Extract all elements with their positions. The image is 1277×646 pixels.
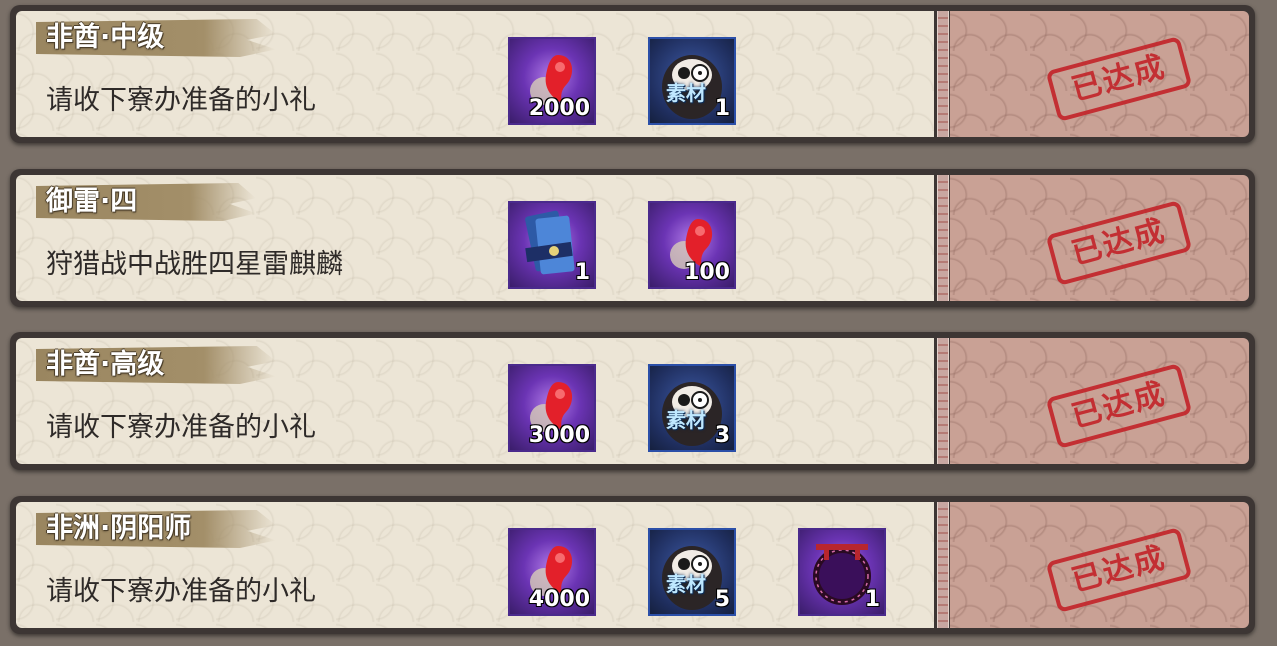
daruma-material-label: 素材 bbox=[666, 408, 706, 432]
daruma-material-label: 素材 bbox=[666, 572, 706, 596]
achievement-title: 非酋·中级 bbox=[46, 22, 165, 53]
reward-quantity: 5 bbox=[714, 587, 730, 612]
achievement-panel: 非酋·高级 请收下寮办准备的小礼 3000 素材 3 bbox=[16, 338, 934, 464]
achievement-list: 非酋·中级 请收下寮办准备的小礼 2000 素材 1 已达成 御雷·四 狩猎战中… bbox=[0, 0, 1277, 646]
achievement-row: 非酋·高级 请收下寮办准备的小礼 3000 素材 3 已达成 bbox=[10, 332, 1255, 470]
reward-item-magatama[interactable]: 2000 bbox=[508, 37, 596, 125]
achievement-description: 请收下寮办准备的小礼 bbox=[46, 85, 316, 116]
status-area: 已达成 bbox=[950, 175, 1249, 301]
row-divider bbox=[934, 496, 950, 634]
daruma-material-label: 素材 bbox=[666, 81, 706, 105]
reward-quantity: 3 bbox=[714, 423, 730, 448]
reward-quantity: 2000 bbox=[528, 96, 590, 121]
status-area: 已达成 bbox=[950, 338, 1249, 464]
reward-quantity: 100 bbox=[684, 260, 730, 285]
reward-item-magatama[interactable]: 100 bbox=[648, 201, 736, 289]
completed-stamp: 已达成 bbox=[1045, 200, 1193, 286]
reward-quantity: 1 bbox=[714, 96, 730, 121]
reward-item-daruma-material[interactable]: 素材 1 bbox=[648, 37, 736, 125]
status-area: 已达成 bbox=[950, 502, 1249, 628]
completed-stamp: 已达成 bbox=[1045, 36, 1193, 122]
achievement-panel: 御雷·四 狩猎战中战胜四星雷麒麟 1 100 bbox=[16, 175, 934, 301]
reward-item-magatama[interactable]: 3000 bbox=[508, 364, 596, 452]
reward-item-daruma-material[interactable]: 素材 5 bbox=[648, 528, 736, 616]
achievement-title: 非洲·阴阳师 bbox=[46, 513, 192, 544]
achievement-row: 非洲·阴阳师 请收下寮办准备的小礼 4000 素材 5 1 已达成 bbox=[10, 496, 1255, 634]
reward-item-talisman[interactable]: 1 bbox=[508, 201, 596, 289]
reward-item-magatama[interactable]: 4000 bbox=[508, 528, 596, 616]
achievement-panel: 非洲·阴阳师 请收下寮办准备的小礼 4000 素材 5 1 bbox=[16, 502, 934, 628]
row-divider bbox=[934, 332, 950, 470]
reward-item-frame[interactable]: 1 bbox=[798, 528, 886, 616]
reward-quantity: 3000 bbox=[528, 423, 590, 448]
row-divider bbox=[934, 5, 950, 143]
status-area: 已达成 bbox=[950, 11, 1249, 137]
reward-quantity: 4000 bbox=[528, 587, 590, 612]
reward-quantity: 1 bbox=[574, 260, 590, 285]
achievement-description: 狩猎战中战胜四星雷麒麟 bbox=[46, 249, 343, 280]
achievement-row: 御雷·四 狩猎战中战胜四星雷麒麟 1 100 已达成 bbox=[10, 169, 1255, 307]
reward-item-daruma-material[interactable]: 素材 3 bbox=[648, 364, 736, 452]
achievement-description: 请收下寮办准备的小礼 bbox=[46, 412, 316, 443]
completed-stamp: 已达成 bbox=[1045, 527, 1193, 613]
achievement-title: 御雷·四 bbox=[46, 186, 138, 217]
row-divider bbox=[934, 169, 950, 307]
achievement-title: 非酋·高级 bbox=[46, 349, 165, 380]
achievement-description: 请收下寮办准备的小礼 bbox=[46, 576, 316, 607]
achievement-panel: 非酋·中级 请收下寮办准备的小礼 2000 素材 1 bbox=[16, 11, 934, 137]
reward-quantity: 1 bbox=[864, 587, 880, 612]
achievement-row: 非酋·中级 请收下寮办准备的小礼 2000 素材 1 已达成 bbox=[10, 5, 1255, 143]
completed-stamp: 已达成 bbox=[1045, 363, 1193, 449]
